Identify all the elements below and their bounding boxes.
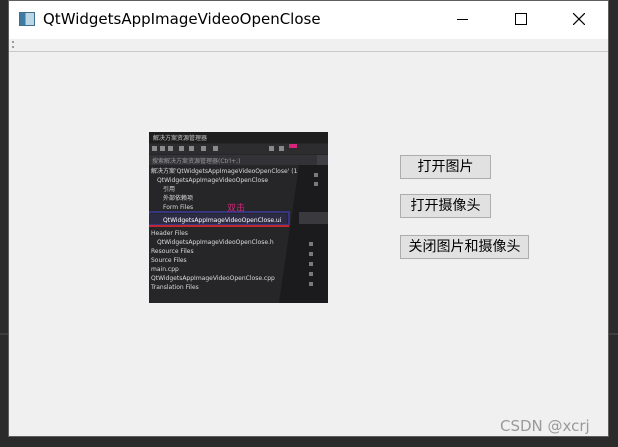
tree-item-10: main.cpp <box>151 266 179 273</box>
window-title: QtWidgetsAppImageVideoOpenClose <box>43 10 321 28</box>
ide-header-text: 解决方案资源管理器 <box>153 134 207 142</box>
tree-item-9: Source Files <box>151 257 187 264</box>
close-image-and-camera-button[interactable]: 关闭图片和摄像头 <box>400 235 529 259</box>
ide-search-text: 搜索解决方案资源管理器(Ctrl+;) <box>152 157 240 165</box>
tree-item-8: Resource Files <box>151 248 194 255</box>
title-bar[interactable]: QtWidgetsAppImageVideoOpenClose <box>9 1 608 39</box>
tree-item-7: QtWidgetsAppImageVideoOpenClose.h <box>157 239 274 246</box>
maximize-button[interactable] <box>497 1 543 39</box>
minimize-button[interactable] <box>439 1 485 39</box>
tree-item-selected: QtWidgetsAppImageVideoOpenClose.ui <box>163 217 282 224</box>
tree-item-6: Header Files <box>151 230 188 237</box>
toolbar-area <box>9 39 608 52</box>
tree-item-3: 外部依赖项 <box>163 194 193 202</box>
tree-item-2: 引用 <box>163 185 175 193</box>
open-image-button[interactable]: 打开图片 <box>400 155 491 179</box>
tree-item-0: 解决方案'QtWidgetsAppImageVideoOpenClose' (1… <box>151 167 320 175</box>
tree-item-1: QtWidgetsAppImageVideoOpenClose <box>157 177 268 184</box>
tree-item-11: QtWidgetsAppImageVideoOpenClose.cpp <box>151 275 275 282</box>
close-icon <box>573 13 585 25</box>
open-camera-button[interactable]: 打开摄像头 <box>400 194 491 218</box>
app-icon <box>19 12 35 26</box>
main-window: QtWidgetsAppImageVideoOpenClose 解决方案资源管理… <box>8 0 609 437</box>
annotation-text: 双击 <box>227 202 245 214</box>
toolbar-grip[interactable] <box>12 41 16 48</box>
central-widget: 解决方案资源管理器 搜索解决方案资源管理器(Ctrl+;) 解决方案'QtWid… <box>9 52 608 436</box>
image-display-label: 解决方案资源管理器 搜索解决方案资源管理器(Ctrl+;) 解决方案'QtWid… <box>149 132 328 303</box>
ide-screenshot-image: 解决方案资源管理器 搜索解决方案资源管理器(Ctrl+;) 解决方案'QtWid… <box>149 132 328 303</box>
close-button[interactable] <box>555 1 601 39</box>
watermark-text: CSDN @xcrj <box>500 417 590 435</box>
tree-item-4: Form Files <box>163 204 193 211</box>
tree-item-12: Translation Files <box>150 284 199 291</box>
